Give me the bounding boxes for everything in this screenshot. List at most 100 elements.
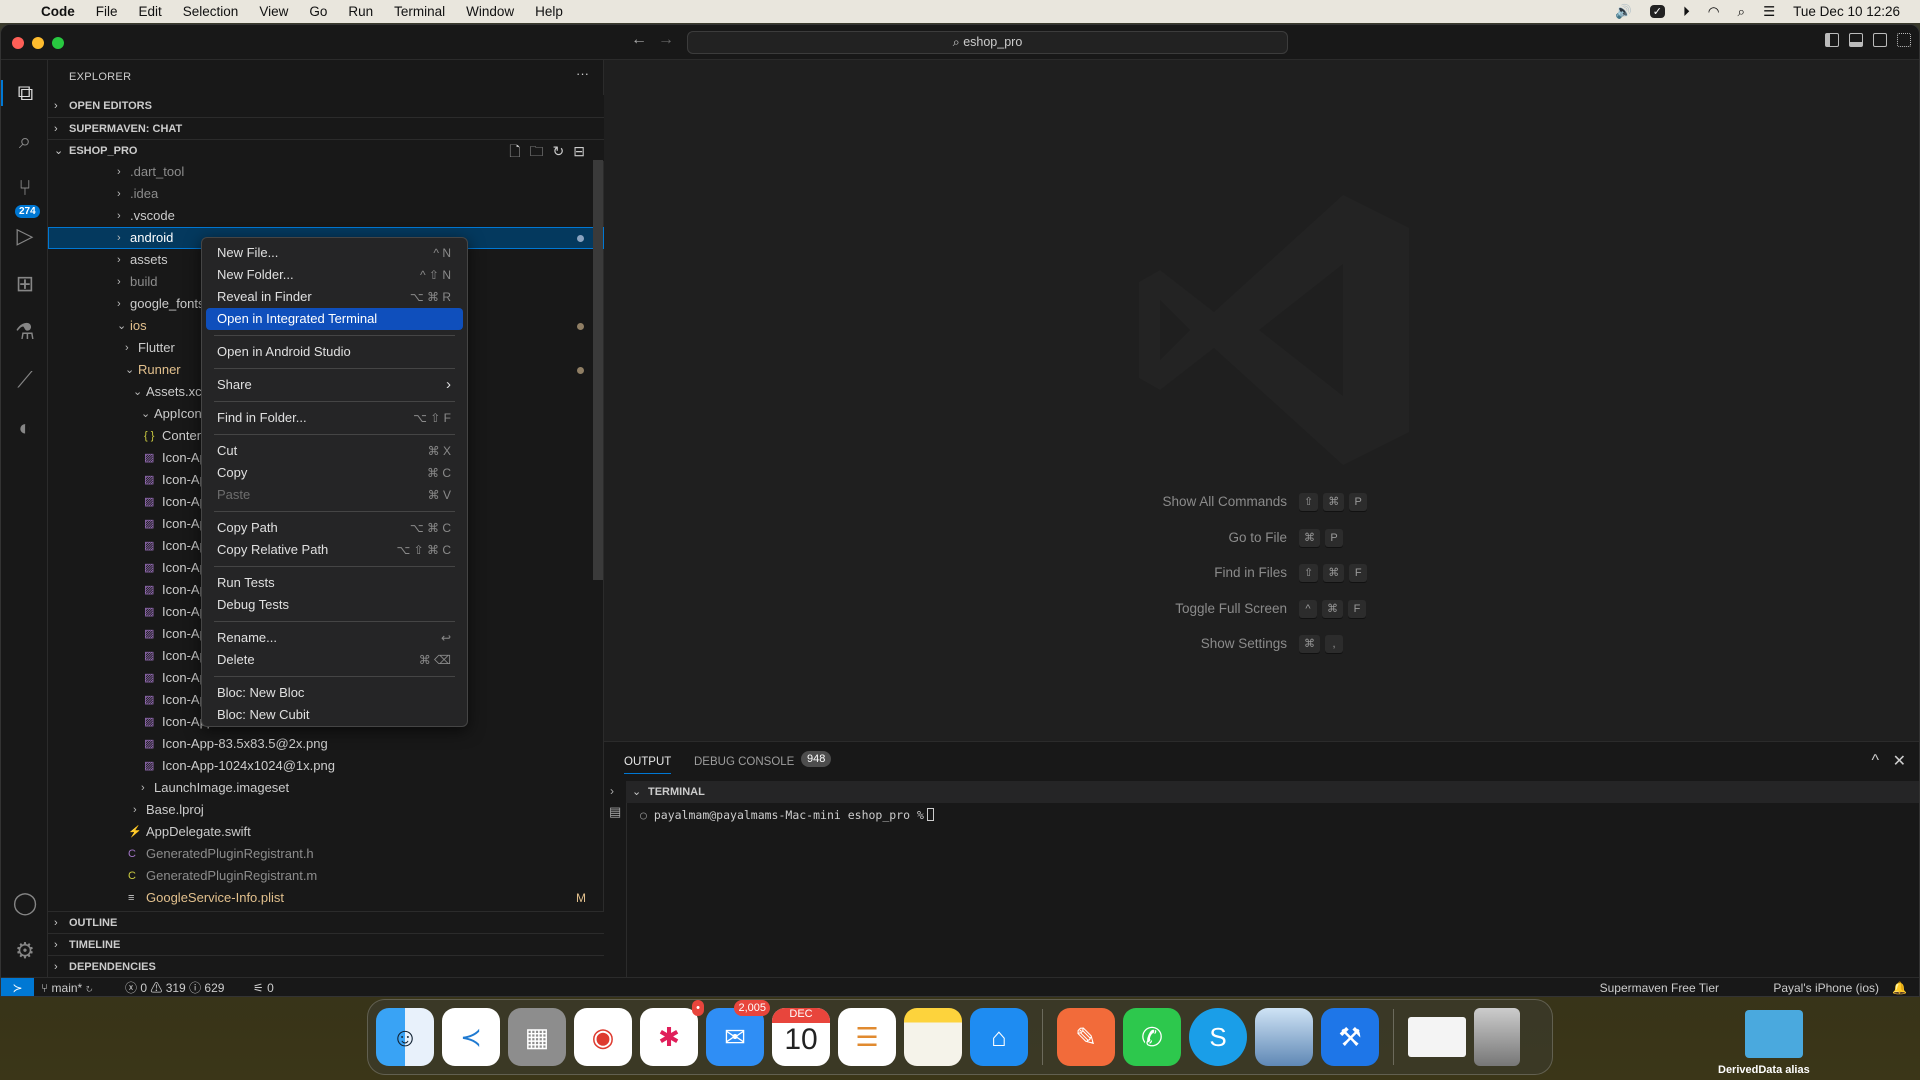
menu-item-share[interactable]: Share ›	[206, 374, 463, 396]
chevron-right-icon[interactable]: ›	[117, 227, 121, 249]
maximize-panel-icon[interactable]: ^	[1871, 752, 1879, 770]
tree-item[interactable]: › Base.lproj	[48, 799, 604, 821]
chevron-down-icon[interactable]: ⌄	[117, 315, 126, 337]
menu-item-copy-path[interactable]: Copy Path ⌥ ⌘ C	[206, 517, 463, 539]
menu-item-cut[interactable]: Cut ⌘ X	[206, 440, 463, 462]
section-timeline[interactable]: › TIMELINE	[48, 933, 604, 955]
chevron-right-icon[interactable]: ›	[117, 293, 121, 315]
menu-item-open-in-integrated-terminal[interactable]: Open in Integrated Terminal	[206, 308, 463, 330]
customize-layout-icon[interactable]	[1897, 33, 1911, 47]
dock-chrome[interactable]: ◉	[574, 1008, 632, 1066]
dock-reminders[interactable]: ☰	[838, 1008, 896, 1066]
wifi-icon[interactable]: ◠	[1708, 4, 1720, 20]
notifications-bell-icon[interactable]: 🔔	[1892, 978, 1907, 996]
play-status-icon[interactable]: ⏵	[1683, 4, 1690, 20]
extensions-icon[interactable]: ⊞	[12, 271, 38, 297]
settings-gear-icon[interactable]: ⚙	[12, 938, 38, 964]
shortcut-hint-label[interactable]: Show Settings	[604, 636, 1287, 651]
section-open-editors[interactable]: › OPEN EDITORS	[48, 95, 604, 117]
section-outline[interactable]: › OUTLINE	[48, 911, 604, 933]
dock-vscode[interactable]: ≺	[442, 1008, 500, 1066]
tree-item[interactable]: ▨ Icon-App-83.5x83.5@2x.png	[48, 733, 604, 755]
menu-app[interactable]: Code	[41, 4, 75, 19]
derived-data-folder-icon[interactable]	[1745, 1010, 1803, 1058]
menu-window[interactable]: Window	[466, 4, 514, 19]
chevron-down-icon[interactable]: ⌄	[125, 359, 134, 381]
dock-slack[interactable]: ✱ •	[640, 1000, 704, 1066]
account-icon[interactable]: ◯	[12, 890, 38, 916]
tree-item[interactable]: ⚡ AppDelegate.swift	[48, 821, 604, 843]
dock-keynote[interactable]: ⌂	[970, 1008, 1028, 1066]
more-actions-icon[interactable]: ···	[576, 66, 589, 81]
chevron-right-icon[interactable]: ›	[117, 205, 121, 227]
menu-item-find-in-folder[interactable]: Find in Folder... ⌥ ⇧ F	[206, 407, 463, 429]
toggle-primary-sidebar-icon[interactable]	[1825, 33, 1839, 47]
desktop-folder-label[interactable]: DerivedData alias	[1718, 1064, 1810, 1076]
dock-whatsapp[interactable]: ✆	[1123, 1008, 1181, 1066]
remote-indicator-icon[interactable]: ≻	[1, 978, 34, 996]
section-supermaven-chat[interactable]: › SUPERMAVEN: CHAT	[48, 117, 604, 139]
spotlight-search-icon[interactable]: ⌕	[1738, 4, 1746, 20]
dock-xcode[interactable]: ⚒	[1321, 1008, 1379, 1066]
menu-terminal[interactable]: Terminal	[394, 4, 445, 19]
menu-item-open-in-android-studio[interactable]: Open in Android Studio	[206, 341, 463, 363]
toggle-secondary-sidebar-icon[interactable]	[1873, 33, 1887, 47]
dock-preview[interactable]	[1255, 1008, 1313, 1066]
close-window-button[interactable]	[12, 37, 24, 49]
branch-indicator[interactable]: ⑂ main* ↻	[41, 978, 93, 996]
menu-item-new-folder[interactable]: New Folder... ^ ⇧ N	[206, 264, 463, 286]
menu-view[interactable]: View	[259, 4, 288, 19]
dock-calendar[interactable]: DEC 10	[772, 1008, 830, 1066]
section-dependencies[interactable]: › DEPENDENCIES	[48, 955, 604, 977]
tab-output[interactable]: OUTPUT	[624, 756, 672, 774]
clock[interactable]: Tue Dec 10 12:26	[1793, 4, 1900, 19]
refresh-icon[interactable]: ↻	[553, 143, 574, 159]
shortcut-hint-label[interactable]: Show All Commands	[604, 494, 1287, 509]
chevron-right-icon[interactable]: ›	[141, 777, 145, 799]
tree-item[interactable]: › .vscode	[48, 205, 604, 227]
chevron-right-icon[interactable]: ›	[610, 784, 614, 798]
tree-item[interactable]: ≡ GoogleService-Info.plist M	[48, 887, 604, 909]
tree-item[interactable]: ▨ Icon-App-1024x1024@1x.png	[48, 755, 604, 777]
checkmark-status-icon[interactable]: ✓	[1649, 5, 1665, 18]
chevron-down-icon[interactable]: ⌄	[133, 381, 142, 403]
menu-item-delete[interactable]: Delete ⌘ ⌫	[206, 649, 463, 671]
dock-finder[interactable]: ☺	[376, 1008, 434, 1066]
minimize-window-button[interactable]	[32, 37, 44, 49]
dock-notes[interactable]	[904, 1008, 962, 1066]
menu-edit[interactable]: Edit	[139, 4, 162, 19]
control-center-icon[interactable]: ☰	[1763, 4, 1775, 20]
tree-item[interactable]: C GeneratedPluginRegistrant.h	[48, 843, 604, 865]
supermaven-status[interactable]: Supermaven Free Tier	[1600, 978, 1719, 996]
tree-item[interactable]: › .dart_tool	[48, 161, 604, 183]
shortcut-hint-label[interactable]: Go to File	[604, 530, 1287, 545]
tab-debug-console[interactable]: DEBUG CONSOLE	[694, 756, 794, 768]
command-center-search[interactable]: ⌕ eshop_pro	[687, 31, 1288, 54]
problems-indicator[interactable]: ⓧ 0 ⚠ 319 ⓘ 629	[125, 978, 224, 996]
device-selector[interactable]: Payal's iPhone (ios)	[1773, 978, 1879, 996]
search-icon[interactable]: ⌕	[12, 128, 38, 154]
tree-item[interactable]: C GeneratedPluginRegistrant.m	[48, 865, 604, 887]
menu-item-copy[interactable]: Copy ⌘ C	[206, 462, 463, 484]
explorer-icon[interactable]: ⧉	[1, 80, 48, 106]
tree-item[interactable]: › LaunchImage.imageset	[48, 777, 604, 799]
chevron-right-icon[interactable]: ›	[125, 337, 129, 359]
source-control-icon[interactable]: ⑂	[12, 175, 38, 201]
close-panel-icon[interactable]: ✕	[1893, 751, 1906, 771]
shortcut-hint-label[interactable]: Find in Files	[604, 565, 1287, 580]
menu-item-run-tests[interactable]: Run Tests	[206, 572, 463, 594]
terminal-list-icon[interactable]: ▤	[609, 804, 621, 820]
zoom-window-button[interactable]	[52, 37, 64, 49]
chevron-right-icon[interactable]: ›	[117, 271, 121, 293]
new-folder-icon[interactable]: 🗀	[530, 143, 553, 159]
run-debug-icon[interactable]: ▷	[12, 223, 38, 249]
menu-item-copy-relative-path[interactable]: Copy Relative Path ⌥ ⇧ ⌘ C	[206, 539, 463, 561]
menu-item-paste[interactable]: Paste ⌘ V	[206, 484, 463, 506]
menu-item-debug-tests[interactable]: Debug Tests	[206, 594, 463, 616]
dock-mail[interactable]: ✉ 2,005	[706, 1000, 770, 1066]
volume-icon[interactable]: 🔊	[1615, 4, 1632, 20]
menu-item-bloc-new-bloc[interactable]: Bloc: New Bloc	[206, 682, 463, 704]
menu-help[interactable]: Help	[535, 4, 563, 19]
dock-chrome-window[interactable]	[1408, 1017, 1466, 1057]
tree-item[interactable]: › .idea	[48, 183, 604, 205]
